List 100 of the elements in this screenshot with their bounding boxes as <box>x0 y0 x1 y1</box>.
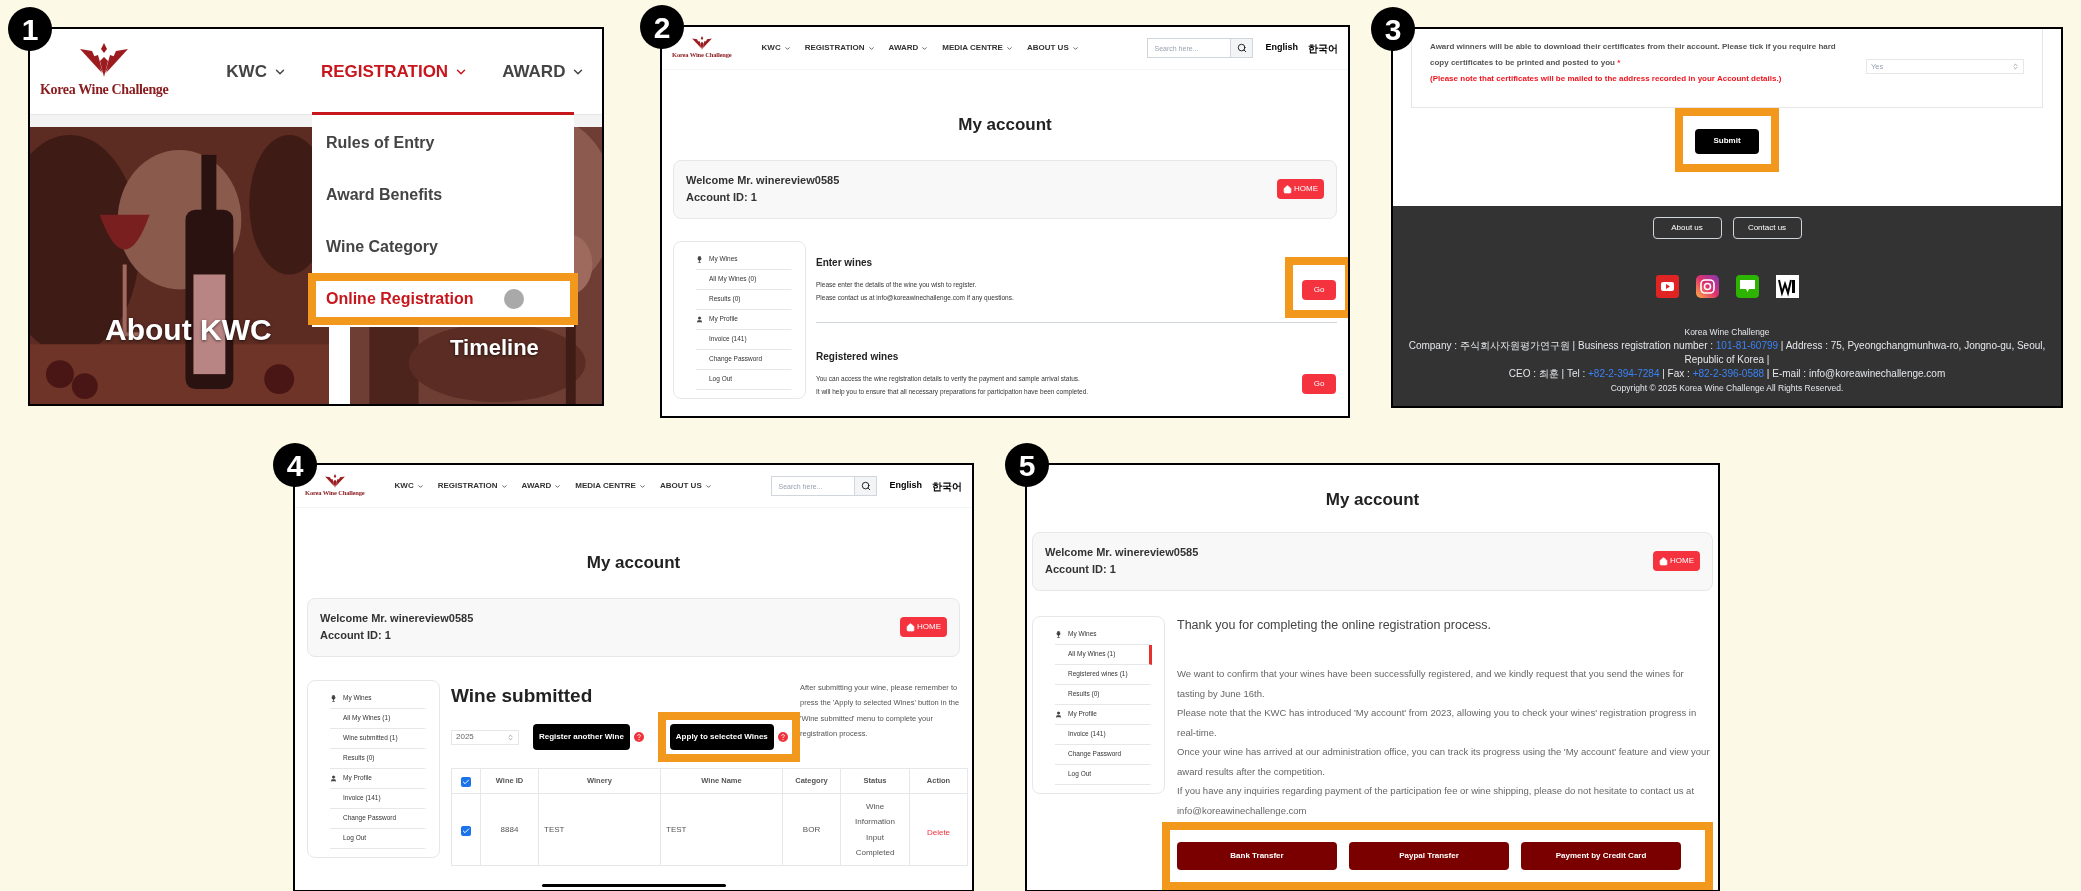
nav-item[interactable]: ABOUT US <box>659 480 712 492</box>
payment-button[interactable]: Bank Transfer <box>1177 842 1337 871</box>
chevron-down-icon <box>704 482 712 490</box>
language-link[interactable]: English <box>1265 41 1298 55</box>
info-paragraph: Please note that the KWC has introduced 'My account' from 2023, allowing you to check your wines' registration progress in real-time. <box>1177 706 1698 740</box>
footer-link[interactable]: 101-81-60799 <box>1715 339 1779 351</box>
step-number-badge: 3 <box>1371 7 1415 51</box>
checkbox[interactable] <box>461 777 471 787</box>
info-paragraph: We want to confirm that your wines have been successfully registered, and we kindly request that you send the wines for tasting by June 16th. <box>1177 667 1685 701</box>
help-icon[interactable] <box>777 732 788 742</box>
dropdown-item[interactable]: Award Benefits <box>316 177 570 213</box>
table-cell: Wine Information Input Completed <box>840 793 910 866</box>
nav-item[interactable]: AWARD <box>521 480 562 492</box>
hero-caption: About KWC <box>105 312 272 348</box>
search-icon <box>861 481 871 491</box>
table-cell: 8884 <box>480 793 539 866</box>
step-number-badge: 4 <box>273 443 317 487</box>
section-title: Registered wines <box>816 349 900 364</box>
table-cell: BOR <box>782 793 841 866</box>
nav-item[interactable]: MEDIA CENTRE <box>942 42 1013 54</box>
home-icon <box>906 622 915 632</box>
touch-indicator-icon <box>503 289 524 309</box>
wine-glass-icon <box>1055 630 1062 638</box>
nav-item[interactable]: ABOUT US <box>1026 42 1079 54</box>
chevron-down-icon <box>783 44 791 52</box>
go-button[interactable]: Go <box>1302 279 1336 300</box>
user-icon <box>1055 710 1062 718</box>
step-number-badge: 5 <box>1005 443 1049 487</box>
go-button[interactable]: Go <box>1302 373 1336 394</box>
logo-icon <box>324 474 345 489</box>
account-id: Account ID: 1 <box>1045 562 1117 577</box>
chevron-down-icon <box>554 482 562 490</box>
action-button[interactable]: Apply to selected Wines <box>669 724 774 750</box>
help-icon[interactable] <box>633 732 644 742</box>
nav-item[interactable]: REGISTRATION <box>437 480 508 492</box>
year-select[interactable]: 2025 <box>451 729 519 745</box>
checkbox[interactable] <box>461 825 471 836</box>
step-number-badge: 2 <box>640 5 684 49</box>
logo-icon <box>691 36 712 51</box>
nav-item[interactable]: REGISTRATION <box>320 58 469 85</box>
chevron-down-icon <box>1005 44 1013 52</box>
action-button[interactable]: Register another Wine <box>533 724 630 750</box>
footer-button[interactable]: Contact us <box>1732 217 1802 239</box>
logo-icon <box>80 43 129 77</box>
note-text: (Please note that certificates will be mailed to the address recorded in your Account details.) <box>1430 73 1783 85</box>
nav-item[interactable]: REGISTRATION <box>804 42 875 54</box>
section-heading: Wine submitted <box>451 683 594 708</box>
info-paragraph: If you have any inquiries regarding payment of the participation fee or wine shipping, please do not hesitate to contact us at info@koreawinechallenge.com <box>1177 784 1696 818</box>
footer-link[interactable]: +82-2-394-7284 <box>1588 367 1660 379</box>
payment-button[interactable]: Paypal Transfer <box>1349 842 1509 871</box>
wine-glass-icon <box>696 255 703 263</box>
chevron-down-icon <box>867 44 875 52</box>
wine-glass-icon <box>330 694 337 702</box>
chevron-down-icon <box>416 482 424 490</box>
language-link[interactable]: English <box>889 479 922 493</box>
nav-item[interactable]: KWC <box>226 58 287 85</box>
search-button[interactable] <box>855 476 878 496</box>
home-button[interactable]: HOME <box>1277 179 1324 199</box>
footer-button[interactable]: About us <box>1652 217 1722 239</box>
chevron-updown-icon <box>2012 63 2019 70</box>
language-link[interactable]: 한국어 <box>1308 40 1338 56</box>
footer-title: Korea Wine Challenge <box>1684 326 1770 339</box>
dropdown-item[interactable]: Wine Category <box>316 229 570 265</box>
search-button[interactable] <box>1231 38 1254 58</box>
payment-button[interactable]: Payment by Credit Card <box>1521 842 1681 871</box>
language-link[interactable]: 한국어 <box>932 478 962 494</box>
brand-logo-icon[interactable] <box>1775 275 1799 298</box>
chevron-down-icon <box>1071 44 1079 52</box>
section-title: Enter wines <box>816 255 874 270</box>
footer-info-text: CEO : 최훈 | Tel : +82-2-394-7284 | Fax : +82-2-396-0588 | E-mail : info@koreawinechallenge.com <box>1507 366 1947 381</box>
home-icon <box>1283 184 1292 194</box>
dropdown-item[interactable]: Online Registration <box>316 281 570 317</box>
nav-item[interactable]: AWARD <box>502 58 586 85</box>
home-button[interactable]: HOME <box>900 617 947 637</box>
page-title: My account <box>585 552 682 574</box>
home-button[interactable]: HOME <box>1653 551 1700 571</box>
user-icon <box>330 774 337 782</box>
info-paragraph: Once your wine has arrived at our administration office, you can track its progress using the 'My account' feature and view your award results after the competition. <box>1177 745 1711 779</box>
logo-text: Korea Wine Challenge <box>40 81 169 99</box>
nav-item[interactable]: KWC <box>761 42 791 54</box>
hero-caption: Timeline <box>450 334 539 362</box>
step-number-badge: 1 <box>8 7 52 51</box>
chevron-down-icon <box>921 44 929 52</box>
home-icon <box>1659 556 1668 566</box>
nav-item[interactable]: MEDIA CENTRE <box>575 480 646 492</box>
dropdown-item[interactable]: Rules of Entry <box>316 125 570 161</box>
welcome-text: Welcome Mr. winereview0585 <box>1045 545 1199 560</box>
camera-icon[interactable] <box>1695 275 1719 298</box>
submit-button[interactable]: Submit <box>1695 128 1759 154</box>
account-id: Account ID: 1 <box>686 190 758 205</box>
play-button-icon[interactable] <box>1655 275 1679 298</box>
footer-link[interactable]: +82-2-396-0588 <box>1692 367 1765 379</box>
nav-item[interactable]: KWC <box>394 480 424 492</box>
page-title: My account <box>1324 489 1421 511</box>
delete-link[interactable]: Delete <box>926 826 951 839</box>
speech-bubble-icon[interactable] <box>1735 275 1759 298</box>
question-text: Award winners will be able to download their certificates from their account. Please tick if you require hard copy certificates to be printed and posted to you * <box>1430 41 1836 69</box>
user-icon <box>696 315 703 323</box>
chevron-updown-icon <box>507 733 514 741</box>
nav-item[interactable]: AWARD <box>888 42 929 54</box>
